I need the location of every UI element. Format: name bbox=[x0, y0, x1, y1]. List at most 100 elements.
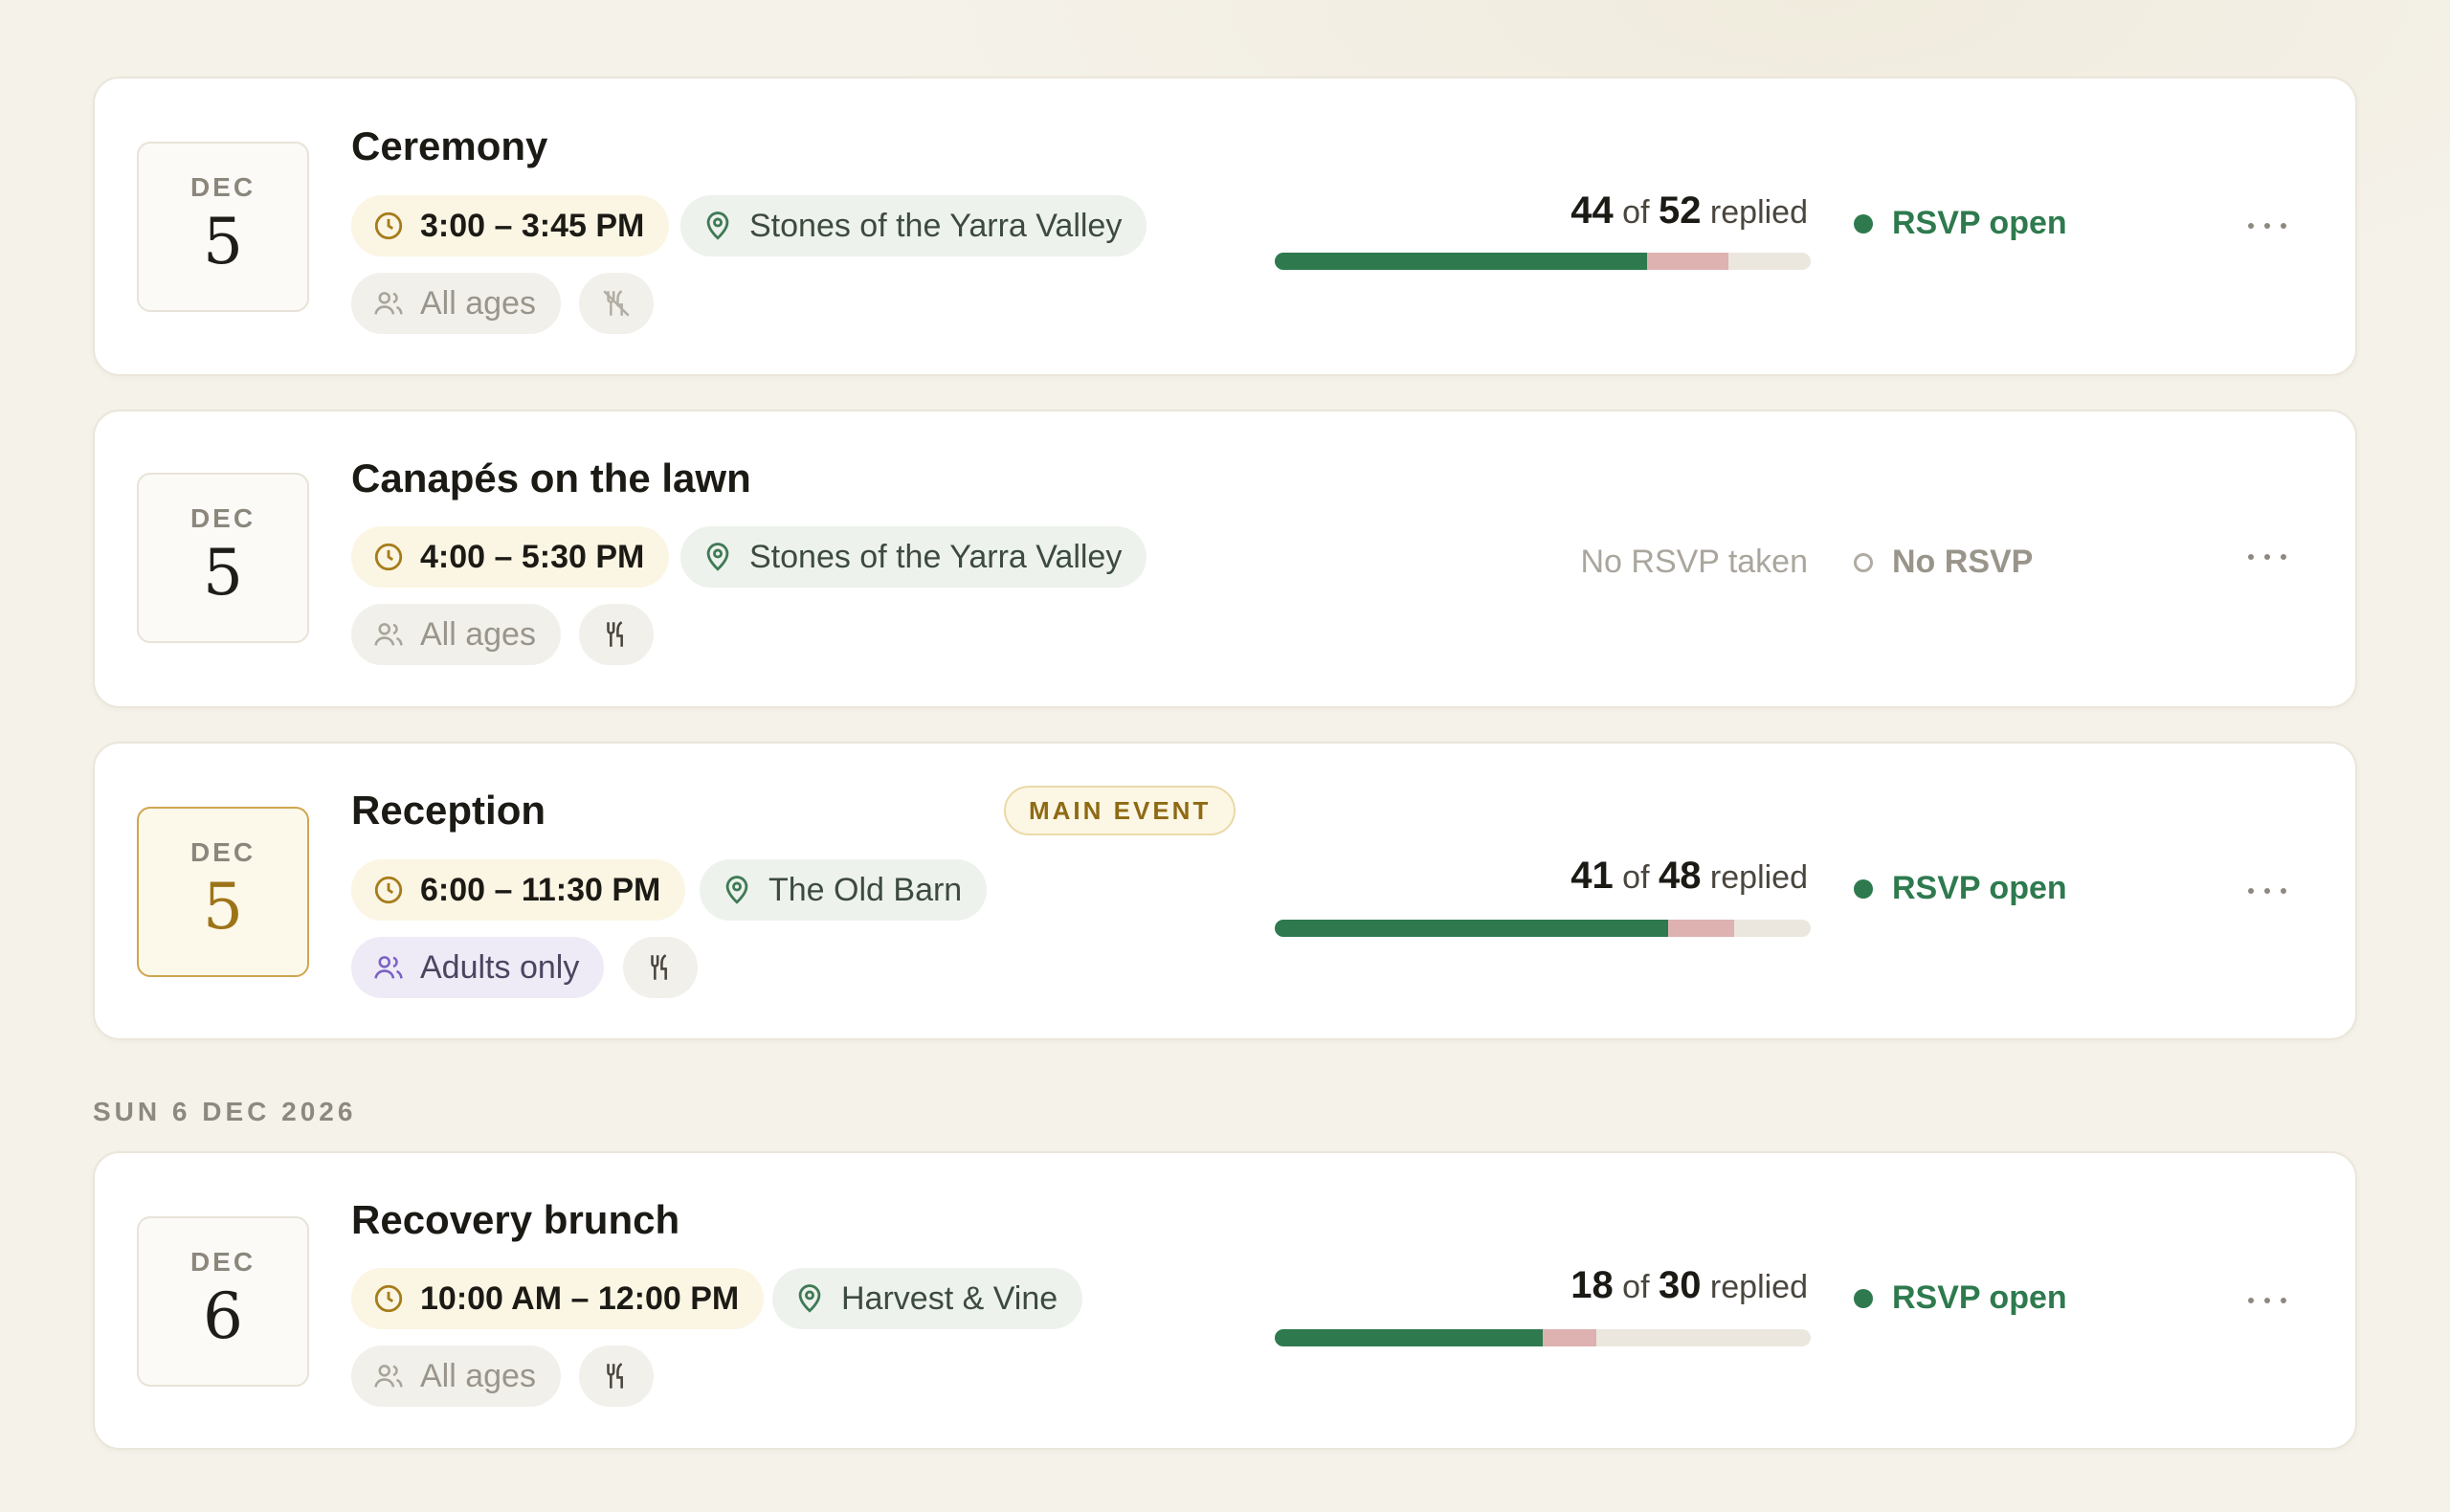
rsvp-status[interactable]: RSVP open bbox=[1854, 205, 2067, 242]
audience-chip: All ages bbox=[351, 273, 561, 334]
map-pin-icon bbox=[706, 543, 729, 571]
replied-word: replied bbox=[1709, 1269, 1808, 1305]
more-options-button[interactable] bbox=[2248, 1291, 2286, 1310]
time-text: 10:00 AM – 12:00 PM bbox=[420, 1279, 740, 1317]
dot-icon bbox=[2248, 223, 2254, 229]
accepted-segment bbox=[1275, 920, 1669, 937]
catering-chip bbox=[623, 937, 698, 998]
audience-text: All ages bbox=[420, 284, 536, 322]
date-month: DEC bbox=[189, 837, 256, 867]
status-dot bbox=[1854, 1288, 1873, 1308]
main-event-badge: MAIN EVENT bbox=[1004, 786, 1236, 835]
rsvp-progress-bar bbox=[1275, 253, 1811, 270]
accepted-segment bbox=[1275, 1329, 1543, 1346]
more-options-button[interactable] bbox=[2248, 216, 2286, 235]
replied-of: of bbox=[1622, 859, 1650, 896]
replied-total: 30 bbox=[1658, 1264, 1702, 1306]
date-day: 5 bbox=[203, 536, 243, 610]
replied-total: 52 bbox=[1658, 189, 1702, 232]
date-month: DEC bbox=[189, 172, 256, 202]
location-chip[interactable]: Stones of the Yarra Valley bbox=[680, 526, 1147, 588]
clock-icon bbox=[374, 543, 403, 571]
audience-text: Adults only bbox=[420, 948, 580, 986]
event-card-canapes[interactable]: DEC 5 Canapés on the lawn 4:00 – 5:30 PM… bbox=[93, 410, 2357, 708]
status-dot bbox=[1854, 213, 1873, 233]
location-text: Stones of the Yarra Valley bbox=[749, 207, 1123, 244]
audience-text: All ages bbox=[420, 615, 536, 653]
date-box: DEC 6 bbox=[137, 1216, 309, 1387]
replied-summary: 44 of 52 replied bbox=[1570, 189, 1808, 233]
event-card-ceremony[interactable]: DEC 5 Ceremony 3:00 – 3:45 PM Stones of … bbox=[93, 77, 2357, 376]
replied-of: of bbox=[1622, 1269, 1650, 1305]
date-month: DEC bbox=[189, 1247, 256, 1277]
dot-icon bbox=[2281, 223, 2286, 229]
utensils-icon bbox=[607, 621, 623, 647]
time-chip: 3:00 – 3:45 PM bbox=[351, 195, 670, 256]
location-chip[interactable]: The Old Barn bbox=[700, 859, 988, 921]
dot-icon bbox=[2264, 223, 2270, 229]
map-pin-icon bbox=[706, 211, 729, 240]
clock-icon bbox=[374, 876, 403, 904]
rsvp-status[interactable]: RSVP open bbox=[1854, 870, 2067, 907]
date-day: 6 bbox=[203, 1279, 243, 1353]
catering-chip bbox=[579, 604, 654, 665]
date-day: 5 bbox=[203, 205, 243, 278]
dot-icon bbox=[2248, 888, 2254, 894]
replied-count: 18 bbox=[1570, 1264, 1614, 1306]
location-chip[interactable]: Harvest & Vine bbox=[772, 1268, 1083, 1329]
replied-count: 41 bbox=[1570, 855, 1614, 897]
replied-summary: 41 of 48 replied bbox=[1570, 855, 1808, 898]
location-text: Stones of the Yarra Valley bbox=[749, 538, 1123, 575]
event-list: DEC 5 Ceremony 3:00 – 3:45 PM Stones of … bbox=[0, 0, 2450, 1512]
replied-count: 44 bbox=[1570, 189, 1614, 232]
status-text: No RSVP bbox=[1892, 544, 2034, 580]
date-box: DEC 5 bbox=[137, 807, 309, 977]
dot-icon bbox=[2264, 554, 2270, 560]
location-text: Harvest & Vine bbox=[841, 1279, 1058, 1317]
rsvp-progress-bar bbox=[1275, 920, 1811, 937]
event-title: Reception bbox=[351, 788, 546, 833]
time-text: 3:00 – 3:45 PM bbox=[420, 207, 645, 244]
time-text: 6:00 – 11:30 PM bbox=[420, 871, 661, 908]
date-box: DEC 5 bbox=[137, 473, 309, 643]
more-options-button[interactable] bbox=[2248, 881, 2286, 901]
time-chip: 4:00 – 5:30 PM bbox=[351, 526, 670, 588]
event-title: Ceremony bbox=[351, 123, 548, 168]
audience-text: All ages bbox=[420, 1357, 536, 1394]
dot-icon bbox=[2281, 888, 2286, 894]
replied-word: replied bbox=[1709, 859, 1808, 896]
declined-segment bbox=[1646, 253, 1729, 270]
users-icon bbox=[374, 1365, 403, 1388]
rsvp-status[interactable]: RSVP open bbox=[1854, 1279, 2067, 1317]
users-icon bbox=[374, 292, 403, 315]
status-text: RSVP open bbox=[1892, 1279, 2067, 1316]
replied-of: of bbox=[1622, 194, 1650, 231]
date-day: 5 bbox=[203, 870, 243, 944]
audience-chip: All ages bbox=[351, 604, 561, 665]
dot-icon bbox=[2248, 1298, 2254, 1303]
catering-chip bbox=[579, 1345, 654, 1407]
audience-chip: Adults only bbox=[351, 937, 605, 998]
day-section-label: SUN 6 DEC 2026 bbox=[93, 1097, 357, 1126]
event-card-reception[interactable]: DEC 5 Reception MAIN EVENT 6:00 – 11:30 … bbox=[93, 742, 2357, 1040]
map-pin-icon bbox=[725, 876, 748, 904]
users-icon bbox=[374, 956, 403, 979]
status-text: RSVP open bbox=[1892, 870, 2067, 906]
status-text: RSVP open bbox=[1892, 205, 2067, 241]
event-card-recovery-brunch[interactable]: DEC 6 Recovery brunch 10:00 AM – 12:00 P… bbox=[93, 1151, 2357, 1450]
time-chip: 6:00 – 11:30 PM bbox=[351, 859, 686, 921]
location-chip[interactable]: Stones of the Yarra Valley bbox=[680, 195, 1147, 256]
accepted-segment bbox=[1275, 253, 1647, 270]
utensils-icon bbox=[607, 1363, 623, 1389]
date-box: DEC 5 bbox=[137, 142, 309, 312]
rsvp-status[interactable]: No RSVP bbox=[1854, 544, 2033, 581]
status-dot bbox=[1854, 552, 1873, 572]
date-month: DEC bbox=[189, 503, 256, 533]
event-title: Canapés on the lawn bbox=[351, 456, 751, 500]
dot-icon bbox=[2281, 1298, 2286, 1303]
time-text: 4:00 – 5:30 PM bbox=[420, 538, 645, 575]
location-text: The Old Barn bbox=[768, 871, 963, 908]
dot-icon bbox=[2264, 888, 2270, 894]
more-options-button[interactable] bbox=[2248, 547, 2286, 567]
time-chip: 10:00 AM – 12:00 PM bbox=[351, 1268, 765, 1329]
